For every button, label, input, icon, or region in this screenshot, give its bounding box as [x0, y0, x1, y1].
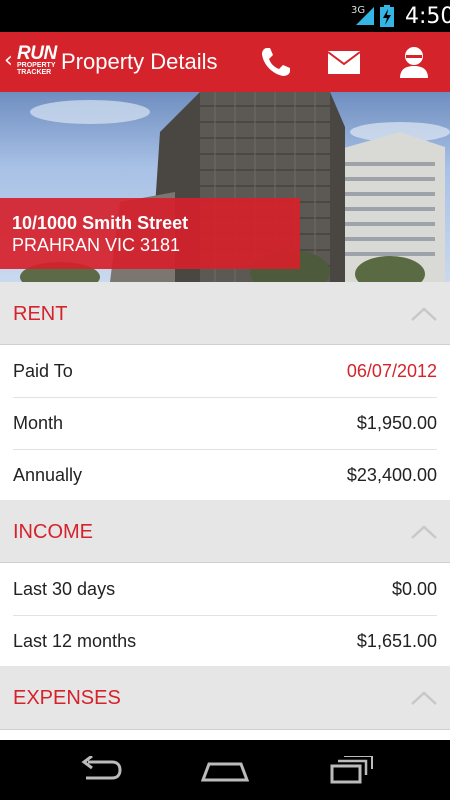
row-value: $23,400.00	[346, 465, 437, 485]
signal-icon	[356, 7, 374, 25]
income-section-header[interactable]: INCOME	[0, 500, 450, 563]
logo-run-text: RUN	[17, 43, 57, 64]
recent-apps-icon[interactable]	[330, 756, 374, 784]
row-value: $1,651.00	[356, 631, 437, 651]
income-row-last-12-months: Last 12 months $1,651.00	[0, 616, 450, 668]
property-photo: 10/1000 Smith Street PRAHRAN VIC 3181	[0, 92, 450, 282]
phone-icon[interactable]	[258, 44, 294, 80]
expenses-section-header[interactable]: EXPENSES	[0, 666, 450, 730]
income-row-last-30-days: Last 30 days $0.00	[0, 564, 450, 616]
user-icon[interactable]	[396, 44, 432, 80]
chevron-up-icon[interactable]	[410, 690, 438, 706]
battery-icon	[380, 5, 394, 27]
app-logo[interactable]: RUN PROPERTY TRACKER	[17, 43, 57, 79]
mail-icon[interactable]	[326, 44, 362, 80]
action-bar: ‹ RUN PROPERTY TRACKER Property Details	[0, 32, 450, 92]
address-banner: 10/1000 Smith Street PRAHRAN VIC 3181	[0, 198, 300, 269]
address-street: 10/1000 Smith Street	[12, 213, 189, 233]
row-label: Last 30 days	[13, 579, 116, 599]
status-bar: 3G 4:50	[0, 0, 450, 32]
logo-property-text: PROPERTY	[17, 62, 56, 69]
logo-tracker-text: TRACKER	[17, 69, 52, 76]
clock: 4:50	[405, 4, 450, 29]
back-icon[interactable]	[78, 756, 122, 784]
chevron-up-icon[interactable]	[410, 524, 438, 540]
expenses-row-partial	[0, 730, 450, 740]
rent-row-month: Month $1,950.00	[0, 398, 450, 450]
rent-section-header[interactable]: RENT	[0, 282, 450, 345]
row-value: $0.00	[391, 579, 437, 599]
address-suburb: PRAHRAN VIC 3181	[12, 235, 181, 255]
chevron-up-icon[interactable]	[410, 306, 438, 322]
rent-section-title: RENT	[13, 303, 68, 325]
rent-row-annually: Annually $23,400.00	[0, 450, 450, 502]
rent-row-paid-to: Paid To 06/07/2012	[0, 346, 450, 398]
system-nav-bar	[0, 740, 450, 800]
page-title: Property Details	[61, 49, 218, 74]
row-label: Last 12 months	[13, 631, 137, 651]
row-label: Annually	[13, 465, 83, 485]
income-section-title: INCOME	[13, 521, 93, 543]
row-label: Paid To	[13, 361, 73, 381]
home-icon[interactable]	[201, 756, 249, 784]
row-value: 06/07/2012	[346, 361, 437, 381]
row-value: $1,950.00	[356, 413, 437, 433]
up-navigation-icon[interactable]: ‹	[4, 50, 13, 72]
expenses-section-title: EXPENSES	[13, 687, 121, 709]
row-label: Month	[13, 413, 64, 433]
